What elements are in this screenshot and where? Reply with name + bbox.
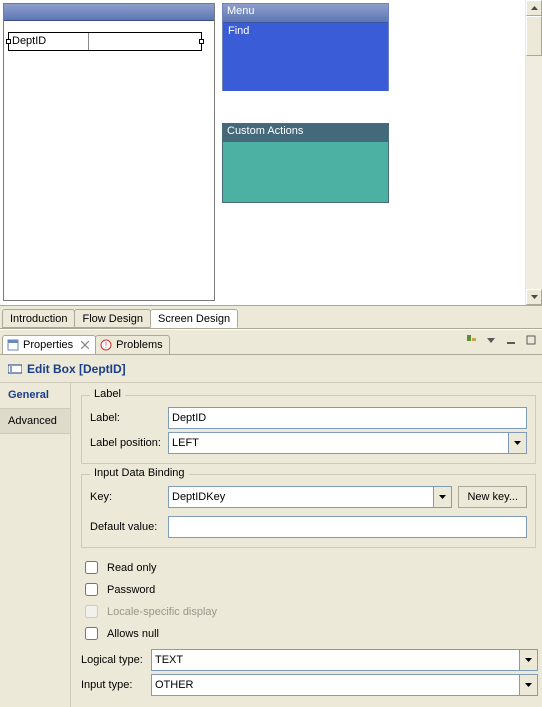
tab-properties-label: Properties [23, 339, 73, 351]
key-select[interactable] [168, 486, 452, 508]
side-tab-general[interactable]: General [0, 383, 70, 408]
check-allows-null[interactable]: Allows null [81, 624, 538, 643]
resize-handle-right[interactable] [199, 39, 204, 44]
minimize-icon[interactable] [504, 333, 518, 347]
design-surface: DeptID Menu Find Custom Actions [0, 0, 542, 306]
tab-problems[interactable]: ! Problems [95, 335, 169, 354]
form-title: Edit Box [DeptID] [0, 355, 542, 382]
editbox-deptid-label: DeptID [9, 33, 89, 50]
logical-type-select[interactable] [151, 649, 538, 671]
resize-handle-left[interactable] [6, 39, 11, 44]
check-read-only-label: Read only [107, 562, 157, 574]
custom-actions-panel[interactable]: Custom Actions [222, 123, 389, 203]
dropdown-button[interactable] [519, 675, 537, 695]
view-menu-icon[interactable] [484, 333, 498, 347]
check-read-only-box[interactable] [85, 561, 98, 574]
chevron-down-icon [514, 441, 521, 445]
menu-panel-title: Menu [223, 4, 388, 22]
tab-problems-label: Problems [116, 339, 162, 351]
svg-text:!: ! [105, 341, 107, 350]
tab-flow-design[interactable]: Flow Design [74, 309, 151, 328]
group-label: Label Label: Label position: [81, 395, 536, 464]
design-vertical-scrollbar[interactable] [525, 0, 542, 305]
custom-actions-title: Custom Actions [223, 124, 388, 142]
check-locale: Locale-specific display [81, 602, 538, 621]
chevron-down-icon [439, 495, 446, 499]
check-password-label: Password [107, 584, 155, 596]
logical-type-label: Logical type: [81, 654, 151, 666]
label-input[interactable] [168, 407, 527, 429]
designer-tabs: Introduction Flow Design Screen Design [0, 306, 542, 329]
dropdown-button[interactable] [433, 487, 451, 507]
label-position-value[interactable] [169, 433, 508, 453]
problems-icon: ! [100, 339, 112, 351]
group-binding-legend: Input Data Binding [90, 467, 189, 479]
label-position-label: Label position: [90, 437, 168, 449]
close-icon[interactable] [81, 341, 89, 349]
default-value-label: Default value: [90, 521, 168, 533]
properties-icon [7, 339, 19, 351]
check-locale-label: Locale-specific display [107, 606, 217, 618]
key-label: Key: [90, 491, 168, 503]
pin-icon[interactable] [464, 333, 478, 347]
check-read-only[interactable]: Read only [81, 558, 538, 577]
group-binding: Input Data Binding Key: New key... Defau… [81, 474, 536, 548]
scroll-up-button[interactable] [526, 0, 542, 16]
group-label-legend: Label [90, 388, 125, 400]
screen-preview-titlebar [4, 4, 214, 21]
menu-panel[interactable]: Menu Find [222, 3, 389, 91]
new-key-button[interactable]: New key... [458, 486, 527, 508]
form-side-tabs: General Advanced [0, 383, 71, 707]
input-type-label: Input type: [81, 679, 151, 691]
label-label: Label: [90, 412, 168, 424]
check-password[interactable]: Password [81, 580, 538, 599]
side-tab-advanced[interactable]: Advanced [0, 408, 70, 434]
label-position-select[interactable] [168, 432, 527, 454]
maximize-icon[interactable] [524, 333, 538, 347]
menu-item-find[interactable]: Find [223, 23, 388, 37]
tab-screen-design[interactable]: Screen Design [150, 309, 238, 328]
view-tabbar: Properties ! Problems [0, 329, 542, 355]
chevron-up-icon [531, 6, 538, 10]
form-title-text: Edit Box [DeptID] [27, 362, 126, 376]
tab-properties[interactable]: Properties [2, 335, 96, 354]
logical-type-value[interactable] [152, 650, 519, 670]
check-password-box[interactable] [85, 583, 98, 596]
check-allows-null-label: Allows null [107, 628, 159, 640]
check-locale-box [85, 605, 98, 618]
dropdown-button[interactable] [519, 650, 537, 670]
editbox-icon [8, 363, 22, 375]
check-allows-null-box[interactable] [85, 627, 98, 640]
tab-introduction[interactable]: Introduction [2, 309, 75, 328]
chevron-down-icon [531, 295, 538, 299]
chevron-down-icon [525, 658, 532, 662]
chevron-down-icon [525, 683, 532, 687]
editbox-deptid[interactable]: DeptID [8, 32, 202, 51]
editbox-deptid-input[interactable] [89, 33, 201, 50]
scroll-down-button[interactable] [526, 289, 542, 305]
key-value[interactable] [169, 487, 433, 507]
screen-preview[interactable]: DeptID [3, 3, 215, 301]
dropdown-button[interactable] [508, 433, 526, 453]
scroll-thumb[interactable] [526, 16, 542, 56]
default-value-input[interactable] [168, 516, 527, 538]
input-type-value[interactable] [152, 675, 519, 695]
input-type-select[interactable] [151, 674, 538, 696]
